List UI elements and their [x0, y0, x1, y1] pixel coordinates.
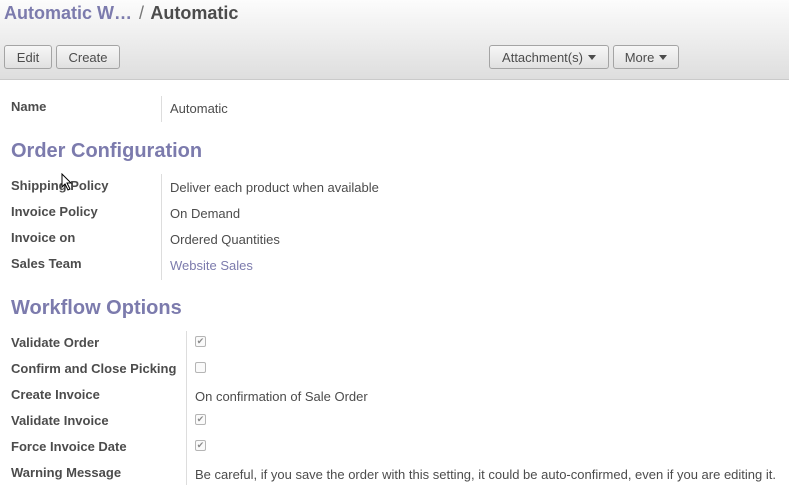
- sales-team-label: Sales Team: [11, 256, 82, 271]
- invoice-on-label: Invoice on: [11, 230, 76, 245]
- invoice-on-value: Ordered Quantities: [170, 232, 280, 247]
- invoice-policy-value: On Demand: [170, 206, 241, 221]
- divider: [161, 96, 162, 122]
- warning-message-label: Warning Message: [11, 465, 122, 480]
- breadcrumb-parent-link[interactable]: Automatic W…: [4, 3, 132, 23]
- breadcrumb: Automatic W… / Automatic: [4, 3, 238, 24]
- caret-down-icon: [659, 54, 668, 60]
- validate-invoice-label: Validate Invoice: [11, 413, 109, 428]
- validate-invoice-checkbox[interactable]: ✔: [195, 414, 206, 425]
- attachments-button-label: Attachment(s): [502, 49, 583, 65]
- confirm-close-picking-checkbox[interactable]: [195, 362, 206, 373]
- edit-button[interactable]: Edit: [4, 45, 52, 69]
- divider: [161, 174, 162, 280]
- divider: [186, 331, 187, 485]
- more-dropdown-button[interactable]: More: [613, 45, 679, 69]
- shipping-policy-value: Deliver each product when available: [170, 180, 379, 195]
- create-invoice-value: On confirmation of Sale Order: [195, 389, 368, 404]
- control-panel: Automatic W… / Automatic Edit Create Att…: [0, 0, 789, 80]
- name-label: Name: [11, 99, 47, 114]
- create-invoice-label: Create Invoice: [11, 387, 100, 402]
- confirm-close-picking-label: Confirm and Close Picking: [11, 361, 177, 376]
- order-configuration-title: Order Configuration: [11, 140, 203, 162]
- validate-order-checkbox[interactable]: ✔: [195, 336, 206, 347]
- workflow-options-title: Workflow Options: [11, 297, 182, 319]
- validate-order-label: Validate Order: [11, 335, 100, 350]
- name-value: Automatic: [170, 101, 228, 116]
- create-button-label: Create: [68, 49, 108, 65]
- more-button-label: More: [624, 49, 655, 65]
- shipping-policy-label: Shipping Policy: [11, 178, 109, 193]
- breadcrumb-current: Automatic: [150, 3, 239, 23]
- breadcrumb-separator: /: [139, 3, 145, 23]
- warning-message-value: Be careful, if you save the order with t…: [195, 467, 776, 482]
- edit-button-label: Edit: [16, 49, 40, 65]
- sales-team-link[interactable]: Website Sales: [170, 258, 253, 273]
- invoice-policy-label: Invoice Policy: [11, 204, 98, 219]
- force-invoice-date-checkbox[interactable]: ✔: [195, 440, 206, 451]
- force-invoice-date-label: Force Invoice Date: [11, 439, 127, 454]
- mouse-cursor-icon: [61, 173, 73, 191]
- caret-down-icon: [587, 54, 596, 60]
- attachments-dropdown-button[interactable]: Attachment(s): [489, 45, 609, 69]
- create-button[interactable]: Create: [56, 45, 120, 69]
